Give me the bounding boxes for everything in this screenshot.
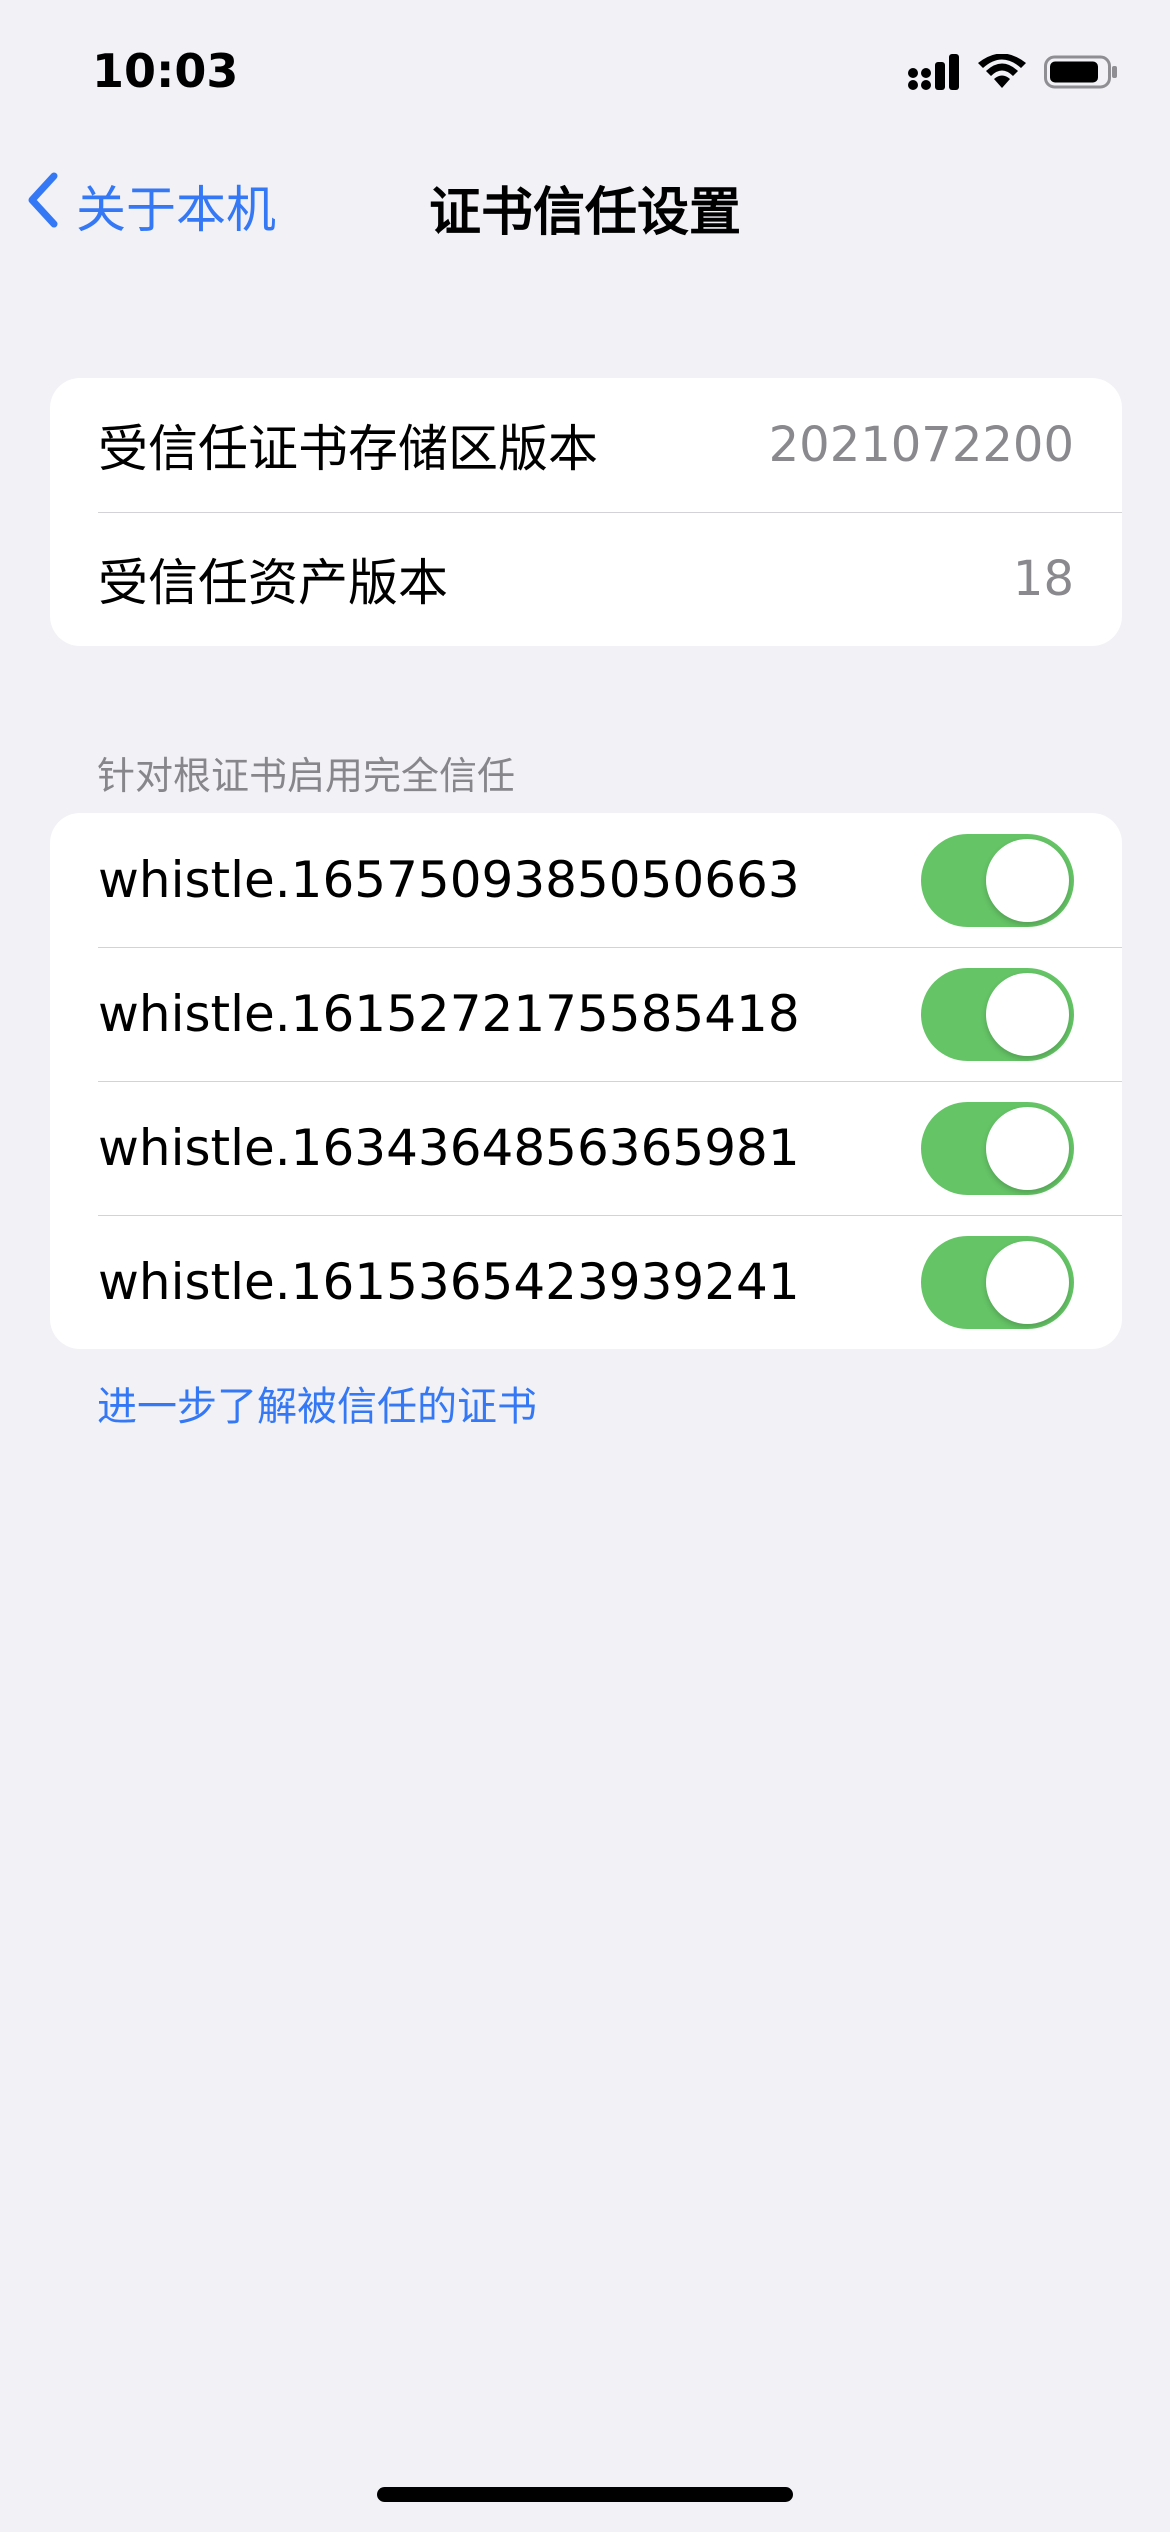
status-time: 10:03 — [92, 44, 239, 98]
toggle-knob — [986, 1240, 1069, 1324]
info-row-trust-asset-version: 受信任资产版本 18 — [50, 512, 1122, 646]
certificate-trust-toggle[interactable] — [921, 967, 1074, 1061]
certificate-name: whistle.1634364856365981 — [98, 1119, 800, 1177]
info-row-label: 受信任证书存储区版本 — [98, 420, 598, 478]
info-row-value: 18 — [1012, 551, 1074, 607]
certificate-row: whistle.1615272175585418 — [50, 947, 1122, 1081]
section-header: 针对根证书启用完全信任 — [97, 754, 516, 798]
toggle-knob — [986, 838, 1069, 922]
certificate-name: whistle.1615272175585418 — [98, 985, 800, 1043]
certificate-row: whistle.1615365423939241 — [50, 1215, 1122, 1349]
page-title: 证书信任设置 — [428, 183, 741, 243]
toggle-knob — [986, 1106, 1069, 1190]
version-info-group: 受信任证书存储区版本 2021072200 受信任资产版本 18 — [50, 378, 1122, 646]
certificate-trust-toggle[interactable] — [921, 1101, 1074, 1195]
certificate-name: whistle.1657509385050663 — [98, 851, 800, 909]
info-row-trust-store-version: 受信任证书存储区版本 2021072200 — [50, 378, 1122, 512]
certificate-row: whistle.1657509385050663 — [50, 813, 1122, 947]
info-row-value: 2021072200 — [768, 417, 1074, 473]
info-row-label: 受信任资产版本 — [98, 554, 448, 612]
certificate-trust-group: whistle.1657509385050663 whistle.1615272… — [50, 813, 1122, 1349]
certificate-trust-toggle[interactable] — [921, 1235, 1074, 1329]
home-indicator[interactable] — [377, 2487, 793, 2502]
battery-icon — [1044, 54, 1118, 94]
wifi-icon — [978, 53, 1026, 94]
screen: 10:03 关于本机 证书信任设置 受信任证书存储区版本 2021072200 … — [0, 0, 1170, 2532]
cellular-signal-icon — [908, 54, 960, 94]
status-icons — [908, 52, 1118, 96]
certificate-row: whistle.1634364856365981 — [50, 1081, 1122, 1215]
certificate-trust-toggle[interactable] — [921, 833, 1074, 927]
learn-more-link[interactable]: 进一步了解被信任的证书 — [97, 1374, 537, 1432]
toggle-knob — [986, 972, 1069, 1056]
certificate-name: whistle.1615365423939241 — [98, 1253, 800, 1311]
